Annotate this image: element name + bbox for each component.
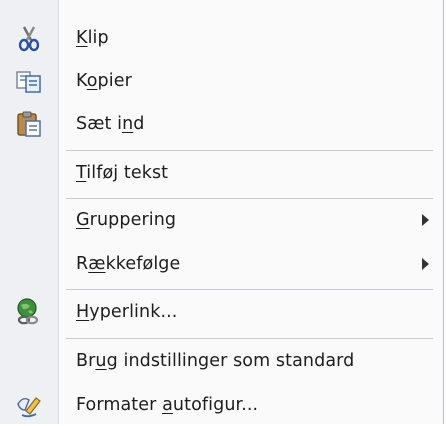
menu-item-paste[interactable]: Sæt ind bbox=[0, 103, 443, 145]
menu-item-cut[interactable]: Klip bbox=[0, 17, 443, 59]
submenu-arrow-icon bbox=[422, 258, 429, 270]
menu-item-label: Rækkefølge bbox=[76, 254, 181, 274]
menu-item-label: Formater autofigur... bbox=[76, 395, 259, 415]
menu-item-add-text[interactable]: Tilføj tekst bbox=[0, 152, 443, 194]
copy-icon bbox=[16, 71, 41, 93]
hyperlink-globe-icon bbox=[17, 298, 39, 325]
menu-separator bbox=[66, 338, 433, 339]
menu-item-hyperlink[interactable]: Hyperlink... bbox=[0, 291, 443, 333]
submenu-arrow-icon bbox=[422, 214, 429, 226]
paste-icon bbox=[17, 111, 41, 137]
menu-item-label: Tilføj tekst bbox=[76, 163, 169, 183]
menu-separator bbox=[66, 150, 433, 151]
context-menu: Klip Kopier Sæt ind Tilføj tekst Grupper… bbox=[0, 0, 444, 424]
menu-item-set-as-default[interactable]: Brug indstillinger som standard bbox=[0, 340, 443, 382]
menu-item-label: Kopier bbox=[76, 71, 132, 91]
format-shape-icon bbox=[17, 397, 41, 418]
menu-item-order[interactable]: Rækkefølge bbox=[0, 243, 443, 285]
menu-item-label: Klip bbox=[76, 28, 109, 48]
menu-separator bbox=[66, 289, 433, 290]
menu-item-label: Hyperlink... bbox=[76, 302, 178, 322]
menu-item-copy[interactable]: Kopier bbox=[0, 60, 443, 102]
menu-item-format-autoshape[interactable]: Formater autofigur... bbox=[0, 384, 443, 426]
menu-item-grouping[interactable]: Gruppering bbox=[0, 199, 443, 241]
menu-item-label: Gruppering bbox=[76, 210, 177, 230]
scissors-icon bbox=[18, 26, 40, 52]
menu-item-label: Sæt ind bbox=[76, 114, 145, 134]
menu-item-label: Brug indstillinger som standard bbox=[76, 351, 355, 371]
